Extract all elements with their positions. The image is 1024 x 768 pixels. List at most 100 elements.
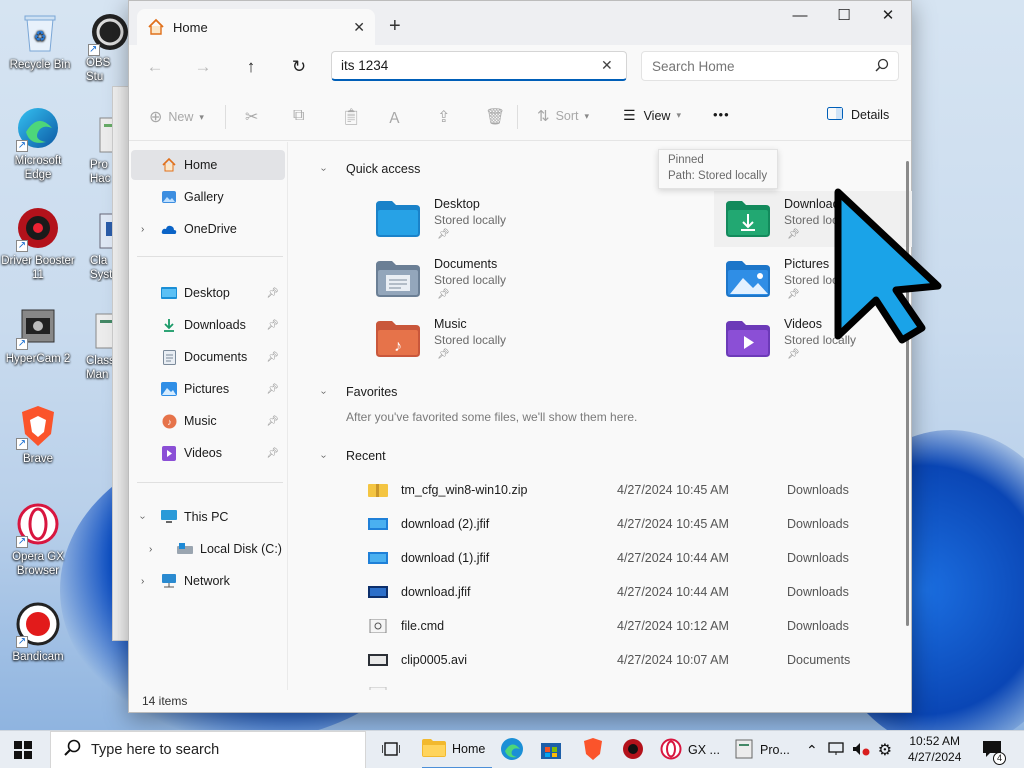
pin-icon[interactable]: 📌︎ <box>266 448 279 459</box>
section-header-favorites[interactable]: › Favorites <box>318 385 397 399</box>
notification-center-button[interactable]: 4 <box>982 731 1006 768</box>
details-button[interactable]: Details <box>827 107 889 123</box>
sort-button[interactable]: ⇅ Sort ▾ <box>537 107 589 125</box>
share-button[interactable]: ⇪ <box>437 107 450 127</box>
taskbar-app-edge[interactable] <box>500 731 524 768</box>
taskbar-app-opera-gx[interactable]: GX ... <box>660 731 728 768</box>
close-button[interactable]: ✕ <box>865 5 911 29</box>
desktop-icon-opera-gx[interactable]: ↗ Opera GX Browser <box>0 500 76 578</box>
desktop-icon-hypercam[interactable]: ↗ HyperCam 2 <box>0 302 76 366</box>
forward-arrow-icon[interactable]: → <box>187 55 219 79</box>
address-input[interactable] <box>331 51 627 81</box>
nav-item-downloads[interactable]: Downloads 📌︎ <box>131 310 285 340</box>
new-tab-button[interactable]: + <box>389 15 401 38</box>
taskbar-search-box[interactable]: Type here to search <box>50 731 366 768</box>
recent-file-row[interactable]: download (2).jfif 4/27/2024 10:45 AM Dow… <box>368 507 908 541</box>
sort-icon: ⇅ <box>537 108 550 125</box>
pin-icon[interactable]: 📌︎ <box>266 352 279 363</box>
tab-close-icon[interactable]: ✕ <box>353 19 365 36</box>
taskbar-app-driver-booster[interactable] <box>622 731 644 768</box>
driver-booster-icon <box>622 738 644 763</box>
chevron-down-icon[interactable]: › <box>318 390 329 393</box>
nav-item-local-disk[interactable]: › Local Disk (C:) <box>131 534 285 564</box>
delete-button[interactable]: 🗑︎ <box>485 107 505 127</box>
file-date: 4/27/2024 10:12 AM <box>617 619 729 633</box>
desktop-icon-edge[interactable]: ↗ Microsoft Edge <box>0 104 76 182</box>
file-location: Documents <box>787 653 851 667</box>
recent-file-row[interactable]: download.jfif 4/27/2024 10:44 AM Downloa… <box>368 575 908 609</box>
nav-item-gallery[interactable]: Gallery <box>131 182 285 212</box>
volume-muted-icon[interactable] <box>852 742 870 759</box>
pin-icon[interactable]: 📌︎ <box>266 384 279 395</box>
chevron-up-icon[interactable]: ⌃ <box>806 742 818 759</box>
up-arrow-icon[interactable]: ↑ <box>235 55 267 79</box>
pin-icon[interactable]: 📌︎ <box>266 288 279 299</box>
taskbar-app-store[interactable] <box>540 731 562 768</box>
new-button[interactable]: ⊕ New ▾ <box>149 107 204 127</box>
title-bar[interactable]: Home ✕ + — ☐ ✕ <box>129 1 911 45</box>
recent-file-row-partial[interactable] <box>368 677 908 690</box>
chevron-down-icon[interactable]: › <box>137 515 148 518</box>
recent-file-row[interactable]: clip0005.avi 4/27/2024 10:07 AM Document… <box>368 643 908 677</box>
view-button[interactable]: ☰ View ▾ <box>623 107 681 124</box>
quick-access-item-music[interactable]: ♪ Music Stored locally 📌︎ <box>364 311 614 367</box>
chevron-right-icon[interactable]: › <box>149 544 152 555</box>
nav-item-network[interactable]: › Network <box>131 566 285 596</box>
nav-item-music[interactable]: ♪ Music 📌︎ <box>131 406 285 436</box>
rename-button[interactable]: Ａ <box>387 107 402 128</box>
nav-item-this-pc[interactable]: › This PC <box>131 502 285 532</box>
cut-button[interactable]: ✂ <box>245 107 258 127</box>
recent-file-row[interactable]: tm_cfg_win8-win10.zip 4/27/2024 10:45 AM… <box>368 473 908 507</box>
taskbar-app-file-explorer[interactable]: Home <box>422 731 492 768</box>
windows-start-icon[interactable] <box>14 741 32 762</box>
taskbar-app-pro[interactable]: Pro... <box>734 731 802 768</box>
minimize-button[interactable]: — <box>777 5 823 29</box>
refresh-icon[interactable]: ↻ <box>283 55 315 79</box>
quick-access-item-desktop[interactable]: Desktop Stored locally 📌︎ <box>364 191 614 247</box>
file-date: 4/27/2024 10:44 AM <box>617 585 729 599</box>
nav-item-documents[interactable]: Documents 📌︎ <box>131 342 285 372</box>
nav-item-desktop[interactable]: Desktop 📌︎ <box>131 278 285 308</box>
nav-item-pictures[interactable]: Pictures 📌︎ <box>131 374 285 404</box>
nav-item-videos[interactable]: Videos 📌︎ <box>131 438 285 468</box>
recent-file-row[interactable]: download (1).jfif 4/27/2024 10:44 AM Dow… <box>368 541 908 575</box>
pin-icon[interactable]: 📌︎ <box>266 416 279 427</box>
chevron-right-icon[interactable]: › <box>141 576 144 587</box>
section-header-recent[interactable]: › Recent <box>318 449 385 463</box>
taskbar-clock[interactable]: 10:52 AM 4/27/2024 <box>908 733 961 765</box>
section-header-quick-access[interactable]: › Quick access <box>318 162 420 176</box>
network-icon[interactable] <box>828 741 844 759</box>
chevron-down-icon[interactable]: › <box>318 454 329 457</box>
chevron-down-icon[interactable]: › <box>318 167 329 170</box>
maximize-button[interactable]: ☐ <box>821 5 867 29</box>
nav-label: Music <box>184 414 217 428</box>
task-view-button[interactable] <box>381 731 401 768</box>
desktop-icon-obs[interactable]: ↗ OBS Stu <box>78 8 130 84</box>
nav-item-home[interactable]: Home <box>131 150 285 180</box>
command-bar: ⊕ New ▾ ✂ ⧉ 📋︎ Ａ ⇪ 🗑︎ ⇅ Sort ▾ ☰ View ▾ … <box>129 93 911 141</box>
pin-icon[interactable]: 📌︎ <box>266 320 279 331</box>
pictures-folder-icon <box>726 261 770 297</box>
edge-icon: ↗ <box>14 104 62 152</box>
desktop-icon-driver-booster[interactable]: ↗ Driver Booster 11 <box>0 204 76 282</box>
tab-home[interactable]: Home ✕ <box>137 9 375 45</box>
taskbar-app-brave[interactable] <box>582 731 604 768</box>
nav-label: Desktop <box>184 286 230 300</box>
desktop-icon-brave[interactable]: ↗ Brave <box>0 402 76 466</box>
chevron-down-icon: ▾ <box>199 111 204 122</box>
chevron-right-icon[interactable]: › <box>141 224 144 235</box>
desktop-icon-recycle-bin[interactable]: ♻ Recycle Bin <box>2 8 78 72</box>
quick-access-item-documents[interactable]: Documents Stored locally 📌︎ <box>364 251 614 307</box>
paste-button[interactable]: 📋︎ <box>341 107 361 127</box>
desktop-icon-bandicam[interactable]: ↗ Bandicam <box>0 600 76 664</box>
clear-address-icon[interactable]: ✕ <box>601 57 613 74</box>
more-options-button[interactable]: ••• <box>713 107 730 122</box>
nav-item-onedrive[interactable]: › OneDrive <box>131 214 285 244</box>
recent-file-row[interactable]: file.cmd 4/27/2024 10:12 AM Downloads <box>368 609 908 643</box>
back-arrow-icon[interactable]: ← <box>139 55 171 79</box>
copy-button[interactable]: ⧉ <box>293 107 304 125</box>
file-date: 4/27/2024 10:45 AM <box>617 483 729 497</box>
search-input[interactable] <box>641 51 899 81</box>
nav-label: Pictures <box>184 382 230 396</box>
settings-gear-icon[interactable]: ⚙ <box>878 740 892 760</box>
